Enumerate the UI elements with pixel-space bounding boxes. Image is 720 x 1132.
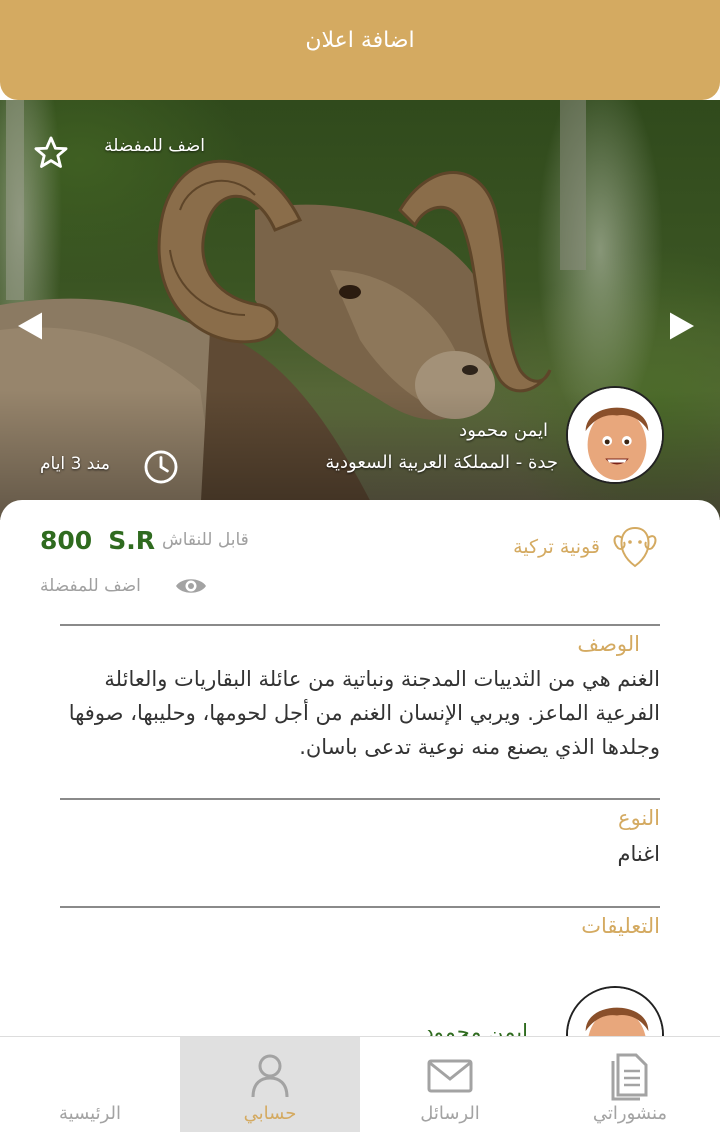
negotiable-label: قابل للنقاش [162, 530, 249, 550]
divider [60, 624, 660, 626]
breed-label: قونية تركية [513, 536, 600, 558]
document-icon [611, 1053, 648, 1101]
type-value: اغنام [617, 842, 660, 866]
ram-head-icon [613, 526, 657, 568]
user-icon [251, 1054, 289, 1098]
nav-messages-label: الرسائل [420, 1103, 480, 1124]
app-header: اضافة اعلان [0, 0, 720, 100]
owner-name[interactable]: ايمن محمود [459, 420, 548, 441]
divider [60, 798, 660, 800]
price-value: 800 [40, 526, 93, 555]
nav-home-label: الرئيسية [59, 1103, 121, 1124]
clock-icon [144, 450, 178, 484]
owner-avatar[interactable] [566, 386, 664, 484]
posted-time: مند 3 ايام [40, 454, 110, 474]
nav-account[interactable]: حسابي [180, 1037, 360, 1132]
eye-icon[interactable] [174, 574, 208, 598]
nav-account-label: حسابي [243, 1103, 297, 1124]
star-icon[interactable] [32, 134, 70, 172]
owner-location: جدة - المملكة العربية السعودية [325, 452, 558, 473]
add-favorite-bottom[interactable]: اضف للمفضلة [40, 576, 141, 596]
divider [60, 906, 660, 908]
nav-my-posts-label: منشوراتي [592, 1103, 668, 1124]
page-title[interactable]: اضافة اعلان [305, 28, 414, 53]
arrow-left-icon[interactable] [12, 308, 48, 344]
nav-messages[interactable]: الرسائل [360, 1037, 540, 1132]
description-title: الوصف [577, 632, 640, 656]
price-currency: S.R [108, 526, 155, 555]
nav-my-posts[interactable]: منشوراتي [540, 1037, 720, 1132]
add-favorite-label: اضف للمفضلة [104, 136, 205, 156]
comments-title: التعليقات [581, 914, 660, 938]
mail-icon [427, 1059, 473, 1093]
add-favorite-top[interactable]: اضف للمفضلة [104, 136, 205, 156]
bottom-navigation: الرئيسية حسابي الرسائل منشوراتي [0, 1036, 720, 1132]
type-title: النوع [618, 806, 660, 830]
arrow-right-icon[interactable] [664, 308, 700, 344]
price: 800 S.R [40, 526, 155, 555]
avatar [568, 388, 662, 482]
listing-image-carousel[interactable]: اضف للمفضلة ايمن محمود جدة - المملكة الع… [0, 100, 720, 520]
description-text: الغنم هي من الثدييات المدجنة ونباتية من … [68, 667, 660, 759]
nav-home[interactable]: الرئيسية [0, 1037, 180, 1132]
